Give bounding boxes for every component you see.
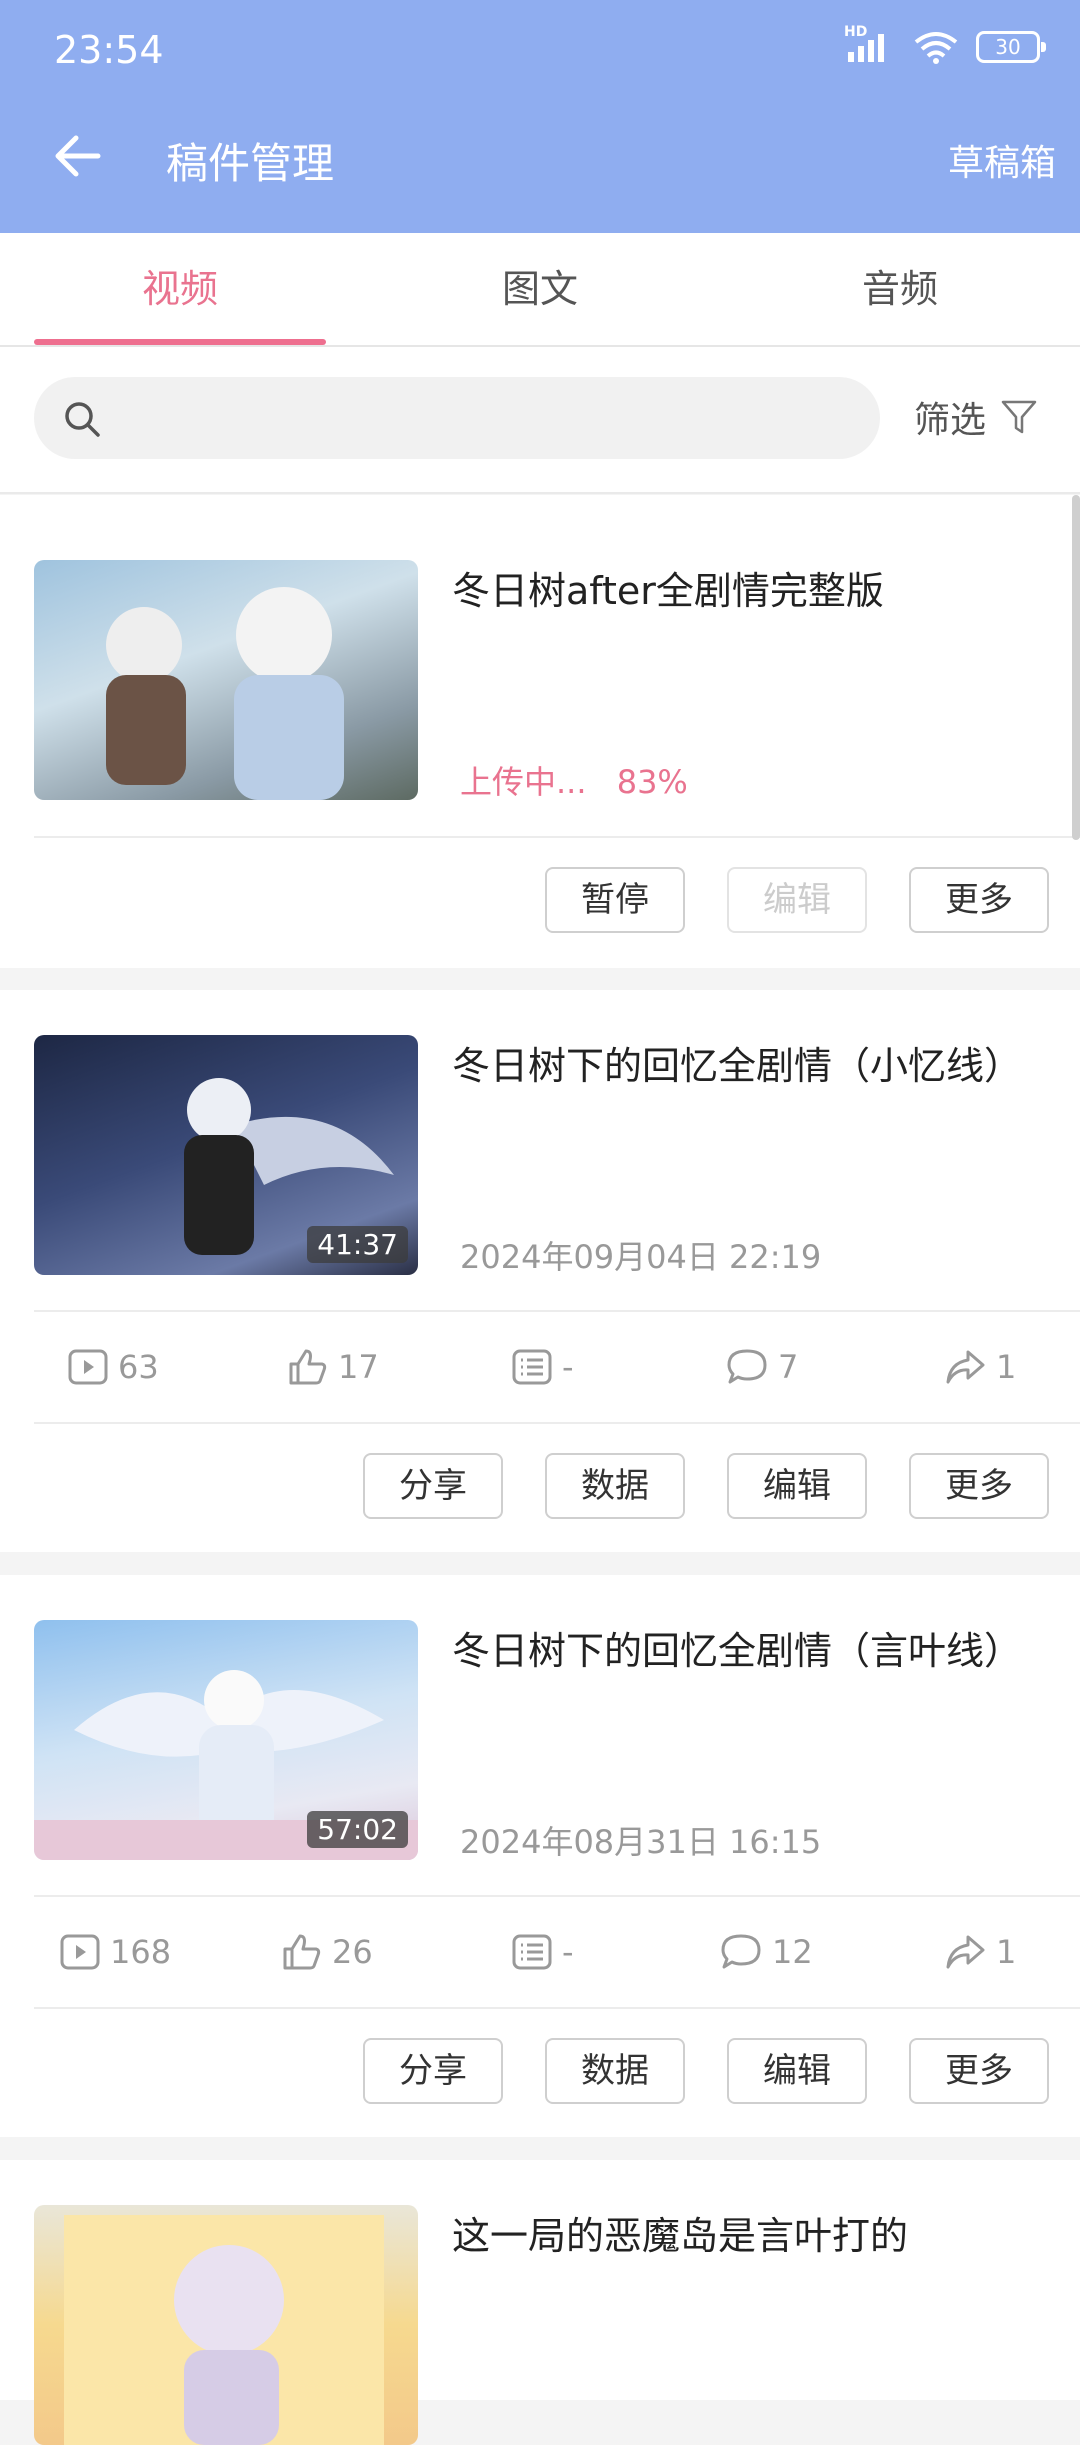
comments-stat: 12 — [720, 1897, 813, 2007]
search-input[interactable] — [34, 377, 880, 459]
filter-label: 筛选 — [914, 400, 987, 441]
shares-count: 1 — [996, 1933, 1017, 1971]
video-thumbnail[interactable] — [34, 2205, 418, 2445]
comment-icon — [721, 1934, 761, 1969]
scrollbar[interactable] — [1072, 495, 1080, 840]
video-title[interactable]: 冬日树下的回忆全剧情（小忆线） — [452, 1035, 1022, 1090]
video-stats: 63 17 - 7 1 — [0, 1312, 1080, 1422]
content-type-tabs: 视频 图文 音频 — [0, 233, 1080, 347]
drafts-button[interactable]: 草稿箱 — [948, 134, 1056, 186]
wifi-icon — [914, 32, 958, 64]
search-icon — [65, 402, 100, 437]
tab-video[interactable]: 视频 — [0, 233, 360, 345]
plays-count: 168 — [110, 1933, 172, 1971]
more-button[interactable]: 更多 — [909, 867, 1049, 933]
comments-count: 7 — [778, 1348, 799, 1386]
shares-stat: 1 — [944, 1897, 1016, 2007]
like-icon — [283, 1934, 321, 1970]
video-thumbnail[interactable]: 57:02 — [34, 1620, 418, 1860]
edit-button[interactable]: 编辑 — [727, 2038, 867, 2104]
share-icon — [946, 1935, 985, 1969]
tab-audio[interactable]: 音频 — [720, 233, 1080, 345]
likes-stat: 17 — [288, 1312, 379, 1422]
comment-icon — [727, 1349, 767, 1384]
danmaku-stat: - — [512, 1312, 574, 1422]
video-card: 这一局的恶魔岛是言叶打的 — [0, 2160, 1080, 2445]
like-icon — [289, 1349, 327, 1385]
filter-button[interactable]: 筛选 — [914, 391, 1038, 443]
publish-date: 2024年08月31日 16:15 — [460, 1823, 822, 1861]
signal-icon: HD — [844, 24, 896, 64]
video-card: 41:37 冬日树下的回忆全剧情（小忆线） 2024年09月04日 22:19 … — [0, 990, 1080, 1552]
video-thumbnail[interactable]: 41:37 — [34, 1035, 418, 1275]
danmaku-count: - — [562, 1348, 574, 1386]
video-title[interactable]: 冬日树after全剧情完整版 — [452, 560, 884, 615]
battery-icon: 30 — [976, 31, 1046, 63]
video-title[interactable]: 这一局的恶魔岛是言叶打的 — [452, 2205, 908, 2260]
hd-label: HD — [844, 24, 868, 40]
data-button[interactable]: 数据 — [545, 1453, 685, 1519]
video-duration: 41:37 — [307, 1226, 408, 1263]
plays-stat: 63 — [68, 1312, 159, 1422]
video-card: 57:02 冬日树下的回忆全剧情（言叶线） 2024年08月31日 16:15 … — [0, 1575, 1080, 2137]
plays-count: 63 — [118, 1348, 159, 1386]
tab-article[interactable]: 图文 — [360, 233, 720, 345]
share-button[interactable]: 分享 — [363, 2038, 503, 2104]
publish-date: 2024年09月04日 22:19 — [460, 1238, 822, 1276]
data-button[interactable]: 数据 — [545, 2038, 685, 2104]
back-arrow-icon[interactable] — [48, 126, 108, 186]
pause-button[interactable]: 暂停 — [545, 867, 685, 933]
app-header: 23:54 HD 30 稿件管理 草稿箱 — [0, 0, 1080, 233]
shares-count: 1 — [996, 1348, 1017, 1386]
likes-count: 26 — [332, 1933, 373, 1971]
danmaku-stat: - — [512, 1897, 574, 2007]
upload-progress: 83% — [616, 763, 688, 801]
video-duration: 57:02 — [307, 1811, 408, 1848]
likes-stat: 26 — [282, 1897, 373, 2007]
comments-count: 12 — [772, 1933, 813, 1971]
danmaku-count: - — [562, 1933, 574, 1971]
danmaku-icon — [512, 1934, 552, 1970]
danmaku-icon — [512, 1349, 552, 1385]
more-button[interactable]: 更多 — [909, 1453, 1049, 1519]
divider — [34, 1422, 1080, 1424]
divider — [34, 2007, 1080, 2009]
page-title: 稿件管理 — [166, 139, 335, 188]
divider — [34, 836, 1080, 838]
video-thumbnail[interactable] — [34, 560, 418, 800]
status-time: 23:54 — [54, 28, 164, 72]
thumbnail-art — [64, 2215, 384, 2445]
likes-count: 17 — [338, 1348, 379, 1386]
active-tab-indicator — [34, 339, 326, 345]
play-count-icon — [68, 1349, 108, 1385]
video-stats: 168 26 - 12 1 — [0, 1897, 1080, 2007]
more-button[interactable]: 更多 — [909, 2038, 1049, 2104]
shares-stat: 1 — [944, 1312, 1016, 1422]
share-button[interactable]: 分享 — [363, 1453, 503, 1519]
video-card: 冬日树after全剧情完整版 上传中... 83% 暂停 编辑 更多 — [0, 495, 1080, 968]
upload-status: 上传中... 83% — [460, 757, 688, 803]
comments-stat: 7 — [726, 1312, 798, 1422]
share-icon — [946, 1350, 985, 1384]
thumbnail-art — [106, 587, 344, 800]
play-count-icon — [60, 1934, 100, 1970]
edit-button-disabled: 编辑 — [727, 867, 867, 933]
filter-icon — [1001, 400, 1037, 434]
plays-stat: 168 — [60, 1897, 171, 2007]
upload-status-text: 上传中... — [460, 763, 587, 801]
status-icons: HD 30 — [844, 24, 1046, 64]
search-row: 筛选 — [0, 347, 1080, 494]
video-title[interactable]: 冬日树下的回忆全剧情（言叶线） — [452, 1620, 1022, 1675]
edit-button[interactable]: 编辑 — [727, 1453, 867, 1519]
